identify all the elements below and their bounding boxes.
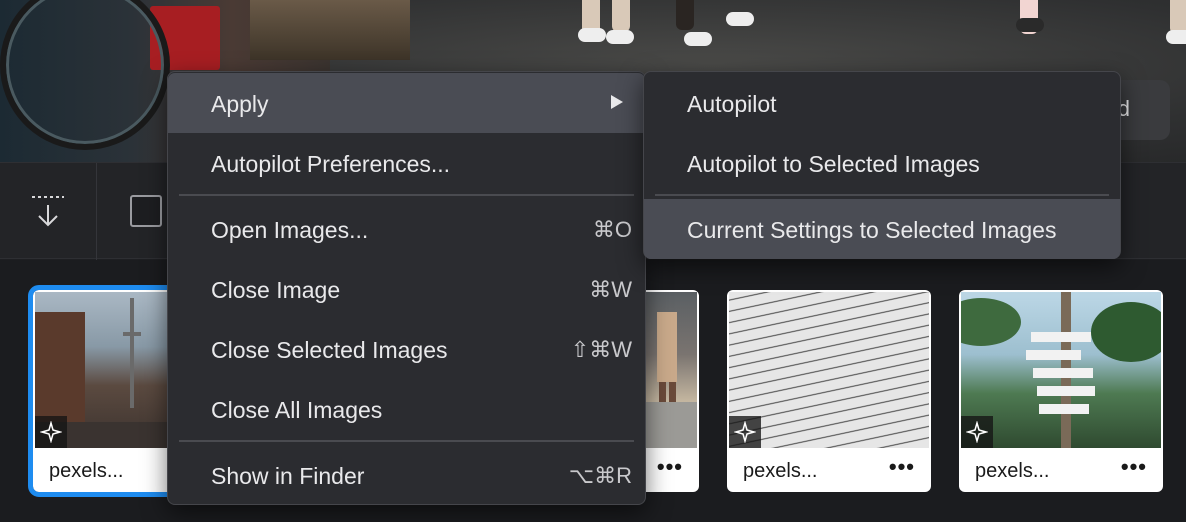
menu-item-close-selected-images[interactable]: Close Selected Images ⇧⌘W bbox=[168, 319, 645, 379]
menu-item-apply[interactable]: Apply bbox=[168, 73, 645, 133]
apply-submenu: Autopilot Autopilot to Selected Images C… bbox=[643, 71, 1121, 259]
menu-separator bbox=[179, 440, 634, 442]
menu-item-current-settings-to-selected[interactable]: Current Settings to Selected Images bbox=[644, 199, 1120, 259]
thumbnail-filename: pexels... bbox=[743, 460, 818, 482]
more-options-button[interactable]: ••• bbox=[657, 454, 683, 480]
menu-item-close-image[interactable]: Close Image ⌘W bbox=[168, 259, 645, 319]
menu-separator bbox=[179, 194, 634, 196]
menu-item-autopilot[interactable]: Autopilot bbox=[644, 73, 1120, 133]
menu-item-autopilot-preferences[interactable]: Autopilot Preferences... bbox=[168, 133, 645, 193]
sparkle-icon bbox=[729, 416, 761, 448]
thumbnail-card[interactable]: pexels... ••• bbox=[959, 290, 1163, 492]
menu-item-open-images[interactable]: Open Images... ⌘O bbox=[168, 199, 645, 259]
more-options-button[interactable]: ••• bbox=[1121, 454, 1147, 480]
thumbnail-card[interactable]: pexels... ••• bbox=[727, 290, 931, 492]
sparkle-icon bbox=[961, 416, 993, 448]
menu-item-show-in-finder[interactable]: Show in Finder ⌥⌘R bbox=[168, 445, 645, 505]
more-options-button[interactable]: ••• bbox=[889, 454, 915, 480]
app-window: d pexels... ••• pexels... ••• pexels... … bbox=[0, 0, 1186, 522]
thumbnail-filename: pexels... bbox=[975, 460, 1050, 482]
submenu-arrow-icon bbox=[611, 95, 623, 109]
thumbnail-filename: pexels... bbox=[49, 460, 124, 482]
menu-item-autopilot-to-selected[interactable]: Autopilot to Selected Images bbox=[644, 133, 1120, 193]
select-all-checkbox[interactable] bbox=[130, 195, 162, 227]
sparkle-icon bbox=[35, 416, 67, 448]
menu-separator bbox=[655, 194, 1109, 196]
menu-item-close-all-images[interactable]: Close All Images bbox=[168, 379, 645, 439]
context-menu: Apply Autopilot Preferences... Open Imag… bbox=[167, 71, 646, 505]
import-icon[interactable] bbox=[28, 191, 68, 231]
